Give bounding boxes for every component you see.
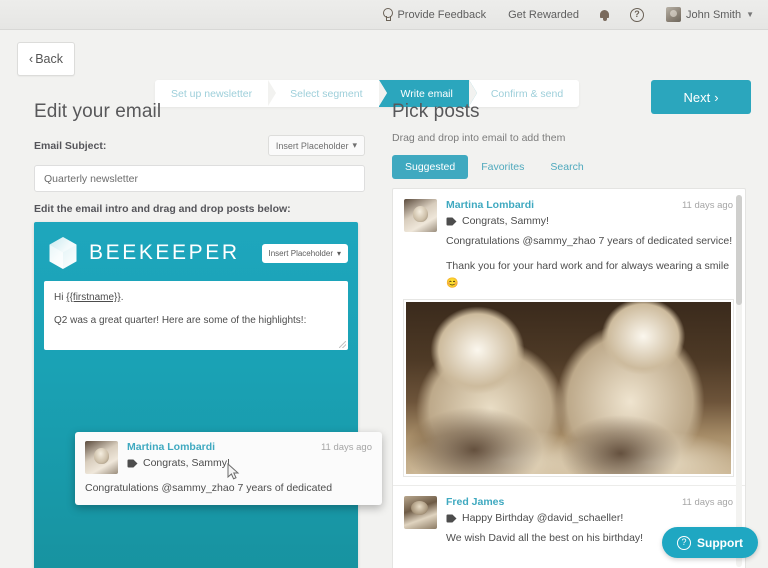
tag-icon — [446, 514, 457, 523]
post-meta-top: Fred James 11 days ago — [446, 496, 733, 508]
post-tagline: Congrats, Sammy! — [446, 215, 733, 227]
get-rewarded-link[interactable]: Get Rewarded — [508, 9, 579, 21]
post-tagline-label: Happy Birthday @david_schaeller! — [462, 512, 624, 525]
post-text: Congratulations @sammy_zhao 7 years of d… — [85, 482, 333, 494]
post-meta: Martina Lombardi 11 days ago Congrats, S… — [127, 441, 372, 474]
notifications-button[interactable] — [599, 9, 610, 21]
post-tagline-label: Congrats, Sammy! — [462, 215, 549, 227]
avatar — [404, 199, 437, 232]
insert-placeholder-subject-button[interactable]: Insert Placeholder ▾ — [267, 135, 365, 156]
resize-handle[interactable] — [339, 341, 346, 348]
post-meta-top: Martina Lombardi 11 days ago — [446, 199, 733, 211]
email-body-textarea[interactable]: Hi {{firstname}}. Q2 was a great quarter… — [44, 281, 348, 350]
page-header: ‹ Back Set up newsletter Select segment … — [0, 30, 768, 114]
mouse-cursor-icon — [227, 463, 240, 480]
post-text: Congratulations @sammy_zhao 7 years of d… — [446, 233, 733, 291]
brand-name: BEEKEEPER — [89, 241, 240, 264]
back-button[interactable]: ‹ Back — [17, 41, 75, 76]
pick-posts-tabs: Suggested Favorites Search — [392, 155, 768, 179]
post-timestamp: 11 days ago — [320, 442, 372, 453]
tab-label: Favorites — [481, 161, 525, 173]
post-author[interactable]: Martina Lombardi — [446, 199, 534, 211]
post-author[interactable]: Fred James — [446, 496, 504, 508]
insert-placeholder-label: Insert Placeholder — [275, 140, 349, 151]
post-timestamp: 11 days ago — [681, 497, 733, 509]
tag-icon — [127, 459, 138, 467]
post-header: Martina Lombardi 11 days ago Congrats, S… — [404, 199, 733, 291]
bell-icon — [599, 9, 610, 21]
user-menu[interactable]: John Smith ▼ — [666, 7, 754, 22]
posts-list[interactable]: Martina Lombardi 11 days ago Congrats, S… — [392, 188, 746, 568]
pick-posts-title: Pick posts — [392, 101, 480, 122]
post-paragraph: Congratulations @sammy_zhao 7 years of d… — [446, 235, 733, 247]
provide-feedback-link[interactable]: Provide Feedback — [382, 8, 486, 21]
subject-row: Email Subject: Insert Placeholder ▾ — [34, 135, 365, 156]
post-tagline-label: Congrats, Sammy! — [143, 457, 230, 469]
insert-placeholder-body-button[interactable]: Insert Placeholder ▾ — [261, 243, 348, 263]
email-body-line-1: Hi {{firstname}}. — [54, 290, 338, 306]
list-item[interactable]: Martina Lombardi 11 days ago Congrats, S… — [393, 189, 745, 485]
email-subject-input[interactable]: Quarterly newsletter — [34, 165, 365, 192]
top-bar: Provide Feedback Get Rewarded ? John Smi… — [0, 0, 768, 30]
email-subject-value: Quarterly newsletter — [44, 172, 138, 185]
insert-placeholder-label: Insert Placeholder — [268, 248, 333, 258]
chevron-down-icon: ▾ — [336, 248, 341, 258]
post-tagline: Happy Birthday @david_schaeller! — [446, 512, 733, 524]
posts-scrollbar[interactable] — [736, 195, 742, 567]
post-tagline: Congrats, Sammy! — [127, 457, 372, 469]
pick-posts-subtitle: Drag and drop into email to add them — [392, 132, 566, 144]
lightbulb-icon — [382, 8, 394, 21]
post-paragraph-text: Thank you for your hard work and for alw… — [446, 260, 730, 273]
chevron-down-icon: ▾ — [352, 140, 357, 150]
get-rewarded-label: Get Rewarded — [508, 8, 580, 21]
page-title: Edit your email — [34, 101, 162, 122]
chevron-left-icon: ‹ — [29, 51, 34, 66]
post-image[interactable] — [404, 300, 733, 477]
tab-favorites[interactable]: Favorites — [468, 155, 537, 179]
tag-icon — [446, 217, 457, 225]
post-timestamp: 11 days ago — [681, 200, 733, 211]
support-button[interactable]: ? Support — [662, 527, 758, 558]
tab-label: Suggested — [405, 161, 456, 173]
greeting-text: Hi — [54, 292, 67, 303]
avatar — [85, 441, 118, 474]
page-body: Edit your email Email Subject: Insert Pl… — [0, 87, 768, 568]
avatar — [404, 496, 437, 530]
help-button[interactable]: ? — [630, 7, 645, 22]
provide-feedback-label: Provide Feedback — [397, 8, 487, 21]
question-mark-icon: ? — [630, 7, 645, 22]
back-button-label: Back — [35, 51, 63, 66]
post-author[interactable]: Martina Lombardi — [127, 441, 215, 453]
user-name-label: John Smith — [686, 8, 742, 21]
post-meta: Martina Lombardi 11 days ago Congrats, S… — [446, 199, 733, 291]
post-paragraph: Thank you for your hard work and for alw… — [446, 258, 733, 291]
email-preview-panel: BEEKEEPER Insert Placeholder ▾ Hi {{firs… — [34, 222, 358, 568]
chevron-down-icon: ▼ — [746, 10, 754, 19]
tab-label: Search — [550, 161, 584, 173]
email-body-line-2: Q2 was a great quarter! Here are some of… — [54, 314, 307, 326]
greeting-punctuation: . — [120, 292, 124, 303]
email-subject-label: Email Subject: — [34, 139, 107, 152]
edit-email-panel: Edit your email Email Subject: Insert Pl… — [0, 87, 385, 568]
email-brand-row: BEEKEEPER Insert Placeholder ▾ — [44, 232, 348, 270]
firstname-placeholder-token: {{firstname}} — [66, 292, 121, 303]
beekeeper-logo-icon — [49, 237, 77, 269]
question-mark-icon: ? — [677, 535, 691, 550]
avatar — [666, 7, 682, 22]
email-intro-label: Edit the email intro and drag and drop p… — [34, 203, 291, 215]
smile-emoji-icon: 😊 — [446, 277, 459, 289]
support-button-label: Support — [697, 535, 743, 550]
post-meta-top: Martina Lombardi 11 days ago — [127, 441, 372, 453]
pick-posts-panel: Pick posts Drag and drop into email to a… — [385, 87, 768, 568]
tab-suggested[interactable]: Suggested — [392, 155, 469, 179]
posts-scrollbar-thumb[interactable] — [736, 195, 742, 305]
tab-search[interactable]: Search — [537, 155, 596, 179]
